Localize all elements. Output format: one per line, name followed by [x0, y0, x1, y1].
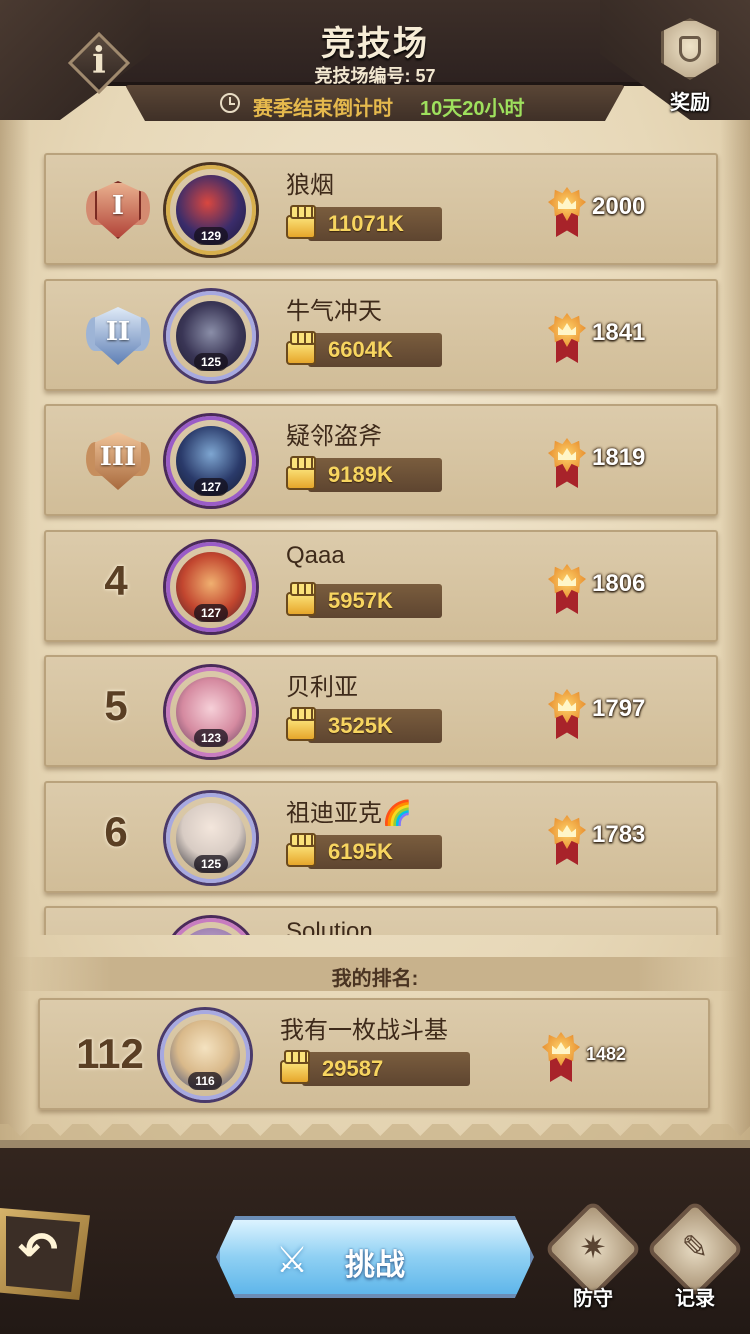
player-name: Qaaa	[286, 542, 345, 569]
fist-power-icon	[284, 831, 318, 869]
crown-score-icon	[546, 813, 588, 867]
reward-emblem-icon	[679, 36, 701, 62]
defense-button[interactable]: ✷ 防守	[543, 1199, 643, 1314]
season-countdown-label: 赛季结束倒计时	[253, 98, 393, 120]
record-label: 记录	[675, 1288, 715, 1310]
avatar-level: 127	[194, 604, 228, 622]
my-ranking-row[interactable]: 112 116 我有一枚战斗基 29587 1482	[38, 998, 710, 1110]
avatar-level: 123	[194, 729, 228, 747]
fist-power-icon	[284, 203, 318, 241]
info-button[interactable]: i	[67, 31, 131, 95]
reward-label: 奖励	[670, 92, 710, 114]
arena-score: 1806	[592, 570, 646, 597]
season-countdown-value: 10天20小时	[420, 98, 525, 120]
ranking-row[interactable]: Solution	[44, 906, 718, 935]
ranking-row[interactable]: 5 123 贝利亚 3525K 1797	[44, 655, 718, 767]
reward-button[interactable]: 奖励	[655, 18, 725, 114]
arena-score: 1482	[586, 1044, 627, 1064]
avatar-level: 127	[194, 478, 228, 496]
power-value: 29587	[322, 1056, 384, 1081]
scroll-icon: ✎	[681, 1229, 709, 1265]
power-value: 9189K	[328, 462, 393, 487]
arena-score: 1797	[592, 695, 646, 722]
avatar[interactable]: 123	[166, 667, 256, 757]
player-name: 牛气冲天	[286, 298, 382, 325]
crown-score-icon	[546, 311, 588, 365]
ranking-row[interactable]: 4 127 Qaaa 5957K 1806	[44, 530, 718, 642]
avatar-level: 129	[194, 227, 228, 245]
player-name: 狼烟	[286, 172, 334, 199]
arena-header: 竞技场 竞技场编号: 57 赛季结束倒计时 10天20小时 i 奖励	[0, 0, 750, 135]
arena-score: 2000	[592, 193, 646, 220]
rank-number: 4	[104, 557, 128, 604]
avatar[interactable]: 125	[166, 291, 256, 381]
avatar[interactable]	[166, 918, 256, 935]
record-button[interactable]: ✎ 记录	[645, 1199, 745, 1314]
crown-score-icon	[546, 687, 588, 741]
my-rank-header: 我的排名:	[0, 957, 750, 991]
fist-power-icon	[284, 705, 318, 743]
silver-rank-medal-icon: II	[86, 303, 150, 373]
player-name: Solution	[286, 918, 373, 935]
back-button[interactable]: ↶	[0, 1208, 90, 1300]
my-avatar[interactable]: 116	[160, 1010, 250, 1100]
rank-number: 5	[104, 682, 128, 729]
player-name: 疑邻盗斧	[286, 423, 382, 450]
crown-score-icon	[540, 1030, 582, 1084]
power-value: 3525K	[328, 713, 393, 738]
ranking-list[interactable]: I 129 狼烟 11071K 2000 II 125 牛气冲天 6604K 1…	[0, 145, 750, 935]
fist-power-icon	[278, 1048, 312, 1086]
my-rank-number: 112	[76, 1030, 144, 1077]
gold-rank-medal-icon: I	[86, 177, 150, 247]
power-value: 11071K	[328, 211, 404, 236]
fist-power-icon	[284, 454, 318, 492]
player-name: 贝利亚	[286, 674, 358, 701]
avatar[interactable]: 127	[166, 542, 256, 632]
avatar[interactable]: 127	[166, 416, 256, 506]
clock-icon	[220, 93, 240, 113]
my-rank-label: 我的排名:	[331, 968, 419, 990]
player-name: 祖迪亚克🌈	[286, 800, 412, 827]
ranking-row[interactable]: III 127 疑邻盗斧 9189K 1819	[44, 404, 718, 516]
defense-label: 防守	[573, 1288, 613, 1310]
player-name: 我有一枚战斗基	[280, 1017, 448, 1044]
challenge-label: 挑战	[345, 1249, 405, 1282]
avatar[interactable]: 125	[166, 793, 256, 883]
arena-score: 1783	[592, 821, 646, 848]
avatar-level: 116	[188, 1072, 222, 1090]
rank-number: 6	[104, 808, 128, 855]
power-value: 5957K	[328, 588, 393, 613]
power-value: 6604K	[328, 337, 393, 362]
fist-power-icon	[284, 580, 318, 618]
compass-shield-icon: ✷	[579, 1229, 607, 1265]
zigzag-border	[0, 1124, 750, 1148]
arena-score: 1819	[592, 444, 646, 471]
arena-score: 1841	[592, 319, 646, 346]
ranking-row[interactable]: II 125 牛气冲天 6604K 1841	[44, 279, 718, 391]
back-arrow-icon: ↶	[17, 1222, 59, 1278]
challenge-button[interactable]: ⚔ 挑战	[216, 1216, 534, 1298]
avatar-level: 125	[194, 353, 228, 371]
info-icon: i	[92, 40, 106, 82]
crown-score-icon	[546, 562, 588, 616]
ranking-row[interactable]: 6 125 祖迪亚克🌈 6195K 1783	[44, 781, 718, 893]
fist-power-icon	[284, 329, 318, 367]
bronze-rank-medal-icon: III	[86, 428, 150, 498]
avatar[interactable]: 129	[166, 165, 256, 255]
crown-score-icon	[546, 436, 588, 490]
ranking-row[interactable]: I 129 狼烟 11071K 2000	[44, 153, 718, 265]
avatar-level: 125	[194, 855, 228, 873]
crown-score-icon	[546, 185, 588, 239]
power-value: 6195K	[328, 839, 393, 864]
